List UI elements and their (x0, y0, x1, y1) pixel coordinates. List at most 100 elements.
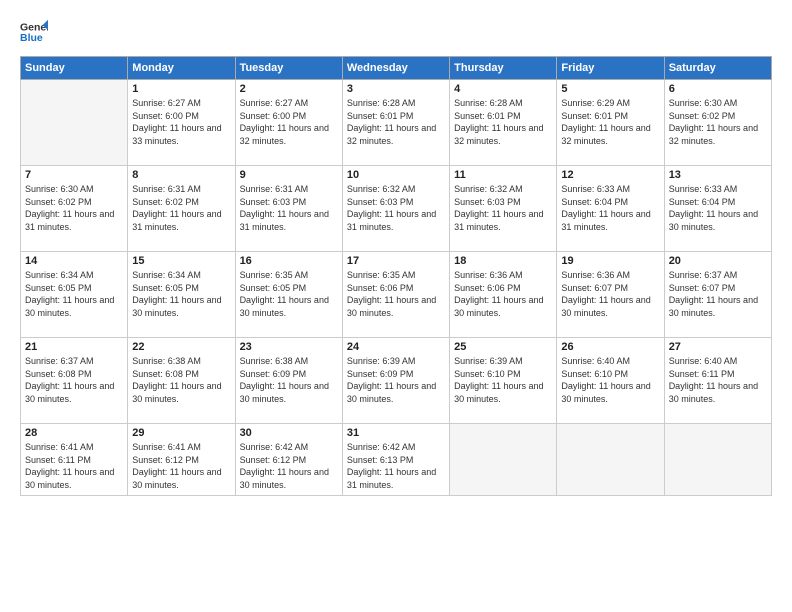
day-info: Sunrise: 6:37 AMSunset: 6:08 PMDaylight:… (25, 355, 123, 405)
svg-text:Blue: Blue (20, 32, 43, 44)
calendar-cell: 24 Sunrise: 6:39 AMSunset: 6:09 PMDayligh… (342, 338, 449, 424)
day-number: 21 (25, 341, 123, 353)
day-info: Sunrise: 6:28 AMSunset: 6:01 PMDaylight:… (454, 97, 552, 147)
calendar-cell: 25 Sunrise: 6:39 AMSunset: 6:10 PMDayligh… (450, 338, 557, 424)
calendar-cell: 10 Sunrise: 6:32 AMSunset: 6:03 PMDayligh… (342, 166, 449, 252)
day-number: 28 (25, 427, 123, 439)
day-number: 5 (561, 83, 659, 95)
calendar-week-row: 14 Sunrise: 6:34 AMSunset: 6:05 PMDayligh… (21, 252, 772, 338)
day-info: Sunrise: 6:35 AMSunset: 6:06 PMDaylight:… (347, 269, 445, 319)
day-number: 30 (240, 427, 338, 439)
day-info: Sunrise: 6:30 AMSunset: 6:02 PMDaylight:… (669, 97, 767, 147)
calendar-cell: 17 Sunrise: 6:35 AMSunset: 6:06 PMDayligh… (342, 252, 449, 338)
day-number: 22 (132, 341, 230, 353)
day-info: Sunrise: 6:36 AMSunset: 6:07 PMDaylight:… (561, 269, 659, 319)
day-info: Sunrise: 6:27 AMSunset: 6:00 PMDaylight:… (132, 97, 230, 147)
day-number: 11 (454, 169, 552, 181)
day-info: Sunrise: 6:41 AMSunset: 6:11 PMDaylight:… (25, 441, 123, 491)
day-info: Sunrise: 6:32 AMSunset: 6:03 PMDaylight:… (454, 183, 552, 233)
day-number: 23 (240, 341, 338, 353)
calendar-cell: 22 Sunrise: 6:38 AMSunset: 6:08 PMDayligh… (128, 338, 235, 424)
calendar-cell (450, 424, 557, 496)
day-info: Sunrise: 6:42 AMSunset: 6:12 PMDaylight:… (240, 441, 338, 491)
calendar-week-row: 21 Sunrise: 6:37 AMSunset: 6:08 PMDayligh… (21, 338, 772, 424)
calendar-cell: 12Sunrise: 6:33 AMSunset: 6:04 PMDayligh… (557, 166, 664, 252)
logo: General Blue (20, 18, 48, 46)
calendar-cell: 11 Sunrise: 6:32 AMSunset: 6:03 PMDayligh… (450, 166, 557, 252)
calendar-cell: 30 Sunrise: 6:42 AMSunset: 6:12 PMDayligh… (235, 424, 342, 496)
calendar-cell: 1 Sunrise: 6:27 AMSunset: 6:00 PMDaylight… (128, 80, 235, 166)
calendar-cell: 27 Sunrise: 6:40 AMSunset: 6:11 PMDayligh… (664, 338, 771, 424)
day-number: 13 (669, 169, 767, 181)
day-number: 14 (25, 255, 123, 267)
calendar-week-row: 7Sunrise: 6:30 AMSunset: 6:02 PMDaylight… (21, 166, 772, 252)
day-info: Sunrise: 6:39 AMSunset: 6:09 PMDaylight:… (347, 355, 445, 405)
logo-icon: General Blue (20, 18, 48, 46)
weekday-header-row: SundayMondayTuesdayWednesdayThursdayFrid… (21, 57, 772, 80)
page: General Blue SundayMondayTuesdayWednesda… (0, 0, 792, 612)
day-info: Sunrise: 6:32 AMSunset: 6:03 PMDaylight:… (347, 183, 445, 233)
day-number: 6 (669, 83, 767, 95)
weekday-header: Monday (128, 57, 235, 80)
calendar-cell: 28 Sunrise: 6:41 AMSunset: 6:11 PMDayligh… (21, 424, 128, 496)
calendar-cell: 23Sunrise: 6:38 AMSunset: 6:09 PMDayligh… (235, 338, 342, 424)
calendar-cell: 3 Sunrise: 6:28 AMSunset: 6:01 PMDaylight… (342, 80, 449, 166)
calendar-week-row: 28 Sunrise: 6:41 AMSunset: 6:11 PMDayligh… (21, 424, 772, 496)
calendar-cell: 29 Sunrise: 6:41 AMSunset: 6:12 PMDayligh… (128, 424, 235, 496)
day-info: Sunrise: 6:30 AMSunset: 6:02 PMDaylight:… (25, 183, 123, 233)
calendar-cell (21, 80, 128, 166)
weekday-header: Wednesday (342, 57, 449, 80)
day-number: 3 (347, 83, 445, 95)
day-info: Sunrise: 6:40 AMSunset: 6:11 PMDaylight:… (669, 355, 767, 405)
calendar-cell: 20Sunrise: 6:37 AMSunset: 6:07 PMDayligh… (664, 252, 771, 338)
calendar-cell: 14 Sunrise: 6:34 AMSunset: 6:05 PMDayligh… (21, 252, 128, 338)
calendar-cell: 2Sunrise: 6:27 AMSunset: 6:00 PMDaylight… (235, 80, 342, 166)
day-number: 26 (561, 341, 659, 353)
calendar-cell: 18 Sunrise: 6:36 AMSunset: 6:06 PMDayligh… (450, 252, 557, 338)
calendar-cell: 31Sunrise: 6:42 AMSunset: 6:13 PMDayligh… (342, 424, 449, 496)
day-info: Sunrise: 6:34 AMSunset: 6:05 PMDaylight:… (25, 269, 123, 319)
day-info: Sunrise: 6:38 AMSunset: 6:08 PMDaylight:… (132, 355, 230, 405)
day-number: 27 (669, 341, 767, 353)
weekday-header: Friday (557, 57, 664, 80)
weekday-header: Saturday (664, 57, 771, 80)
day-number: 17 (347, 255, 445, 267)
calendar-cell: 7Sunrise: 6:30 AMSunset: 6:02 PMDaylight… (21, 166, 128, 252)
calendar-cell: 9Sunrise: 6:31 AMSunset: 6:03 PMDaylight… (235, 166, 342, 252)
day-number: 18 (454, 255, 552, 267)
header: General Blue (20, 18, 772, 46)
day-info: Sunrise: 6:35 AMSunset: 6:05 PMDaylight:… (240, 269, 338, 319)
day-number: 29 (132, 427, 230, 439)
day-info: Sunrise: 6:31 AMSunset: 6:02 PMDaylight:… (132, 183, 230, 233)
day-info: Sunrise: 6:40 AMSunset: 6:10 PMDaylight:… (561, 355, 659, 405)
day-number: 4 (454, 83, 552, 95)
day-number: 10 (347, 169, 445, 181)
day-info: Sunrise: 6:42 AMSunset: 6:13 PMDaylight:… (347, 441, 445, 491)
calendar-week-row: 1 Sunrise: 6:27 AMSunset: 6:00 PMDaylight… (21, 80, 772, 166)
calendar-cell (664, 424, 771, 496)
day-number: 1 (132, 83, 230, 95)
calendar-cell: 13Sunrise: 6:33 AMSunset: 6:04 PMDayligh… (664, 166, 771, 252)
day-number: 15 (132, 255, 230, 267)
weekday-header: Sunday (21, 57, 128, 80)
calendar-cell: 6 Sunrise: 6:30 AMSunset: 6:02 PMDaylight… (664, 80, 771, 166)
weekday-header: Thursday (450, 57, 557, 80)
day-info: Sunrise: 6:28 AMSunset: 6:01 PMDaylight:… (347, 97, 445, 147)
day-info: Sunrise: 6:34 AMSunset: 6:05 PMDaylight:… (132, 269, 230, 319)
day-info: Sunrise: 6:37 AMSunset: 6:07 PMDaylight:… (669, 269, 767, 319)
day-info: Sunrise: 6:41 AMSunset: 6:12 PMDaylight:… (132, 441, 230, 491)
calendar-cell: 15 Sunrise: 6:34 AMSunset: 6:05 PMDayligh… (128, 252, 235, 338)
day-info: Sunrise: 6:39 AMSunset: 6:10 PMDaylight:… (454, 355, 552, 405)
day-info: Sunrise: 6:36 AMSunset: 6:06 PMDaylight:… (454, 269, 552, 319)
day-number: 8 (132, 169, 230, 181)
day-number: 19 (561, 255, 659, 267)
day-number: 24 (347, 341, 445, 353)
day-number: 12 (561, 169, 659, 181)
calendar-cell: 21 Sunrise: 6:37 AMSunset: 6:08 PMDayligh… (21, 338, 128, 424)
calendar-cell (557, 424, 664, 496)
day-number: 2 (240, 83, 338, 95)
calendar-table: SundayMondayTuesdayWednesdayThursdayFrid… (20, 56, 772, 496)
day-number: 25 (454, 341, 552, 353)
calendar-cell: 4 Sunrise: 6:28 AMSunset: 6:01 PMDaylight… (450, 80, 557, 166)
day-number: 9 (240, 169, 338, 181)
